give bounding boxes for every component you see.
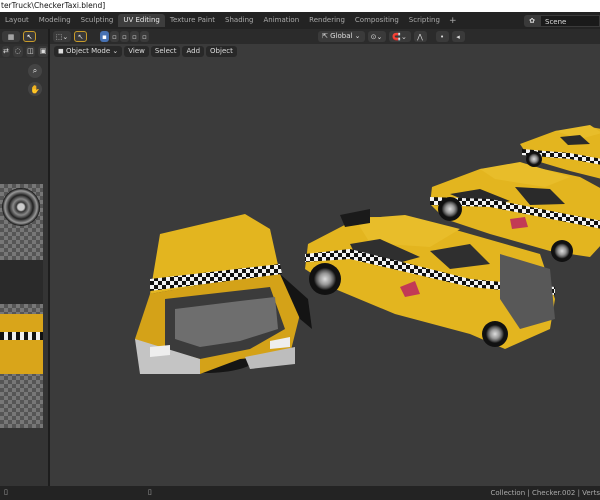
chevron-down-icon: ⌄ bbox=[110, 46, 119, 55]
tab-animation[interactable]: Animation bbox=[258, 14, 304, 27]
tab-modeling[interactable]: Modeling bbox=[34, 14, 76, 27]
uv-editor-header: ▦ ↖ bbox=[0, 29, 48, 44]
uv-editor-area[interactable]: ⌕ ✋ bbox=[0, 58, 48, 486]
tab-rendering[interactable]: Rendering bbox=[304, 14, 350, 27]
transform-orientation-dropdown[interactable]: ⇱ Global ⌄ bbox=[318, 31, 365, 42]
snap-icon[interactable]: 🧲⌄ bbox=[388, 31, 411, 42]
proportional-editing-icon[interactable]: ⋀ bbox=[413, 31, 427, 42]
3d-viewport[interactable] bbox=[48, 29, 600, 486]
status-bar: ▯ ▯ Collection | Checker.002 | Verts bbox=[0, 486, 600, 500]
scene-icon[interactable]: ✿ bbox=[524, 14, 540, 27]
menu-object[interactable]: Object bbox=[206, 45, 237, 57]
object-mode-dropdown[interactable]: ◼ Object Mode ⌄ bbox=[54, 45, 123, 57]
uv-editor-toolbar: ⇄ ◌ ◫ ▣ bbox=[0, 44, 48, 58]
select-invert-icon[interactable]: ▫ bbox=[130, 31, 139, 42]
pan-hand-icon[interactable]: ✋ bbox=[28, 82, 42, 96]
select-cursor-icon[interactable]: ↖ bbox=[74, 31, 87, 42]
edge-select-icon[interactable]: ◫ bbox=[25, 45, 36, 57]
texture-checker-stripe bbox=[0, 332, 43, 340]
zoom-icon[interactable]: ⌕ bbox=[28, 64, 42, 78]
tab-uv-editing[interactable]: UV Editing bbox=[118, 14, 165, 27]
pivot-point-icon[interactable]: ⊙⌄ bbox=[367, 31, 386, 42]
texture-dark-region bbox=[0, 260, 43, 304]
editor-type-3d-icon[interactable]: ⬚⌄ bbox=[53, 31, 71, 42]
texture-wheel-region bbox=[2, 188, 40, 226]
viewport-editor-type: ⬚⌄ ↖ bbox=[53, 31, 87, 42]
menu-add[interactable]: Add bbox=[182, 45, 205, 57]
tab-shading[interactable]: Shading bbox=[220, 14, 258, 27]
overlay-toggle-icon[interactable]: ◂ bbox=[451, 31, 465, 42]
taxi-front-view[interactable] bbox=[135, 214, 312, 374]
object-mode-icon: ◼ bbox=[58, 46, 67, 55]
window-title: terTruck\CheckerTaxi.blend] bbox=[0, 0, 600, 12]
viewport-header: ◼ Object Mode ⌄ View Select Add Object bbox=[50, 44, 600, 58]
select-tool-icon[interactable]: ↖ bbox=[23, 31, 36, 42]
face-select-icon[interactable]: ▣ bbox=[38, 45, 48, 57]
tab-sculpting[interactable]: Sculpting bbox=[76, 14, 119, 27]
viewport-scene bbox=[135, 125, 600, 374]
sync-selection-icon[interactable]: ⇄ bbox=[2, 45, 10, 57]
transform-orientation-label: Global bbox=[330, 32, 353, 40]
select-box-icon[interactable]: ▪ bbox=[100, 31, 109, 42]
uv-texture-image bbox=[0, 184, 43, 428]
workspace-bar: Layout Modeling Sculpting UV Editing Tex… bbox=[0, 12, 600, 29]
gizmo-icon[interactable]: • bbox=[435, 31, 449, 42]
scene-selector[interactable]: ✿ Scene bbox=[524, 14, 600, 27]
menu-view[interactable]: View bbox=[124, 45, 149, 57]
tab-layout[interactable]: Layout bbox=[0, 14, 34, 27]
tab-scripting[interactable]: Scripting bbox=[404, 14, 445, 27]
status-stats: Collection | Checker.002 | Verts bbox=[490, 489, 600, 497]
object-mode-label: Object Mode bbox=[66, 46, 111, 55]
tab-compositing[interactable]: Compositing bbox=[350, 14, 404, 27]
orientation-icon: ⇱ bbox=[322, 32, 331, 40]
select-extend-icon[interactable]: ▫ bbox=[110, 31, 119, 42]
texture-yellow-region bbox=[0, 314, 43, 374]
scene-name-field[interactable]: Scene bbox=[540, 14, 600, 27]
menu-select[interactable]: Select bbox=[150, 45, 181, 57]
chevron-down-icon: ⌄ bbox=[352, 32, 361, 40]
select-intersect-icon[interactable]: ▫ bbox=[140, 31, 149, 42]
mouse-left-icon: ▯ bbox=[4, 488, 8, 496]
status-left-icons: ▯ ▯ bbox=[4, 488, 152, 496]
editor-type-icon[interactable]: ▦ bbox=[2, 31, 20, 42]
tab-texture-paint[interactable]: Texture Paint bbox=[165, 14, 220, 27]
mouse-middle-icon: ▯ bbox=[147, 488, 152, 496]
select-subtract-icon[interactable]: ▫ bbox=[120, 31, 129, 42]
select-mode-group: ▪ ▫ ▫ ▫ ▫ bbox=[100, 31, 149, 42]
add-workspace-button[interactable]: + bbox=[445, 16, 461, 26]
vertex-select-icon[interactable]: ◌ bbox=[12, 45, 23, 57]
